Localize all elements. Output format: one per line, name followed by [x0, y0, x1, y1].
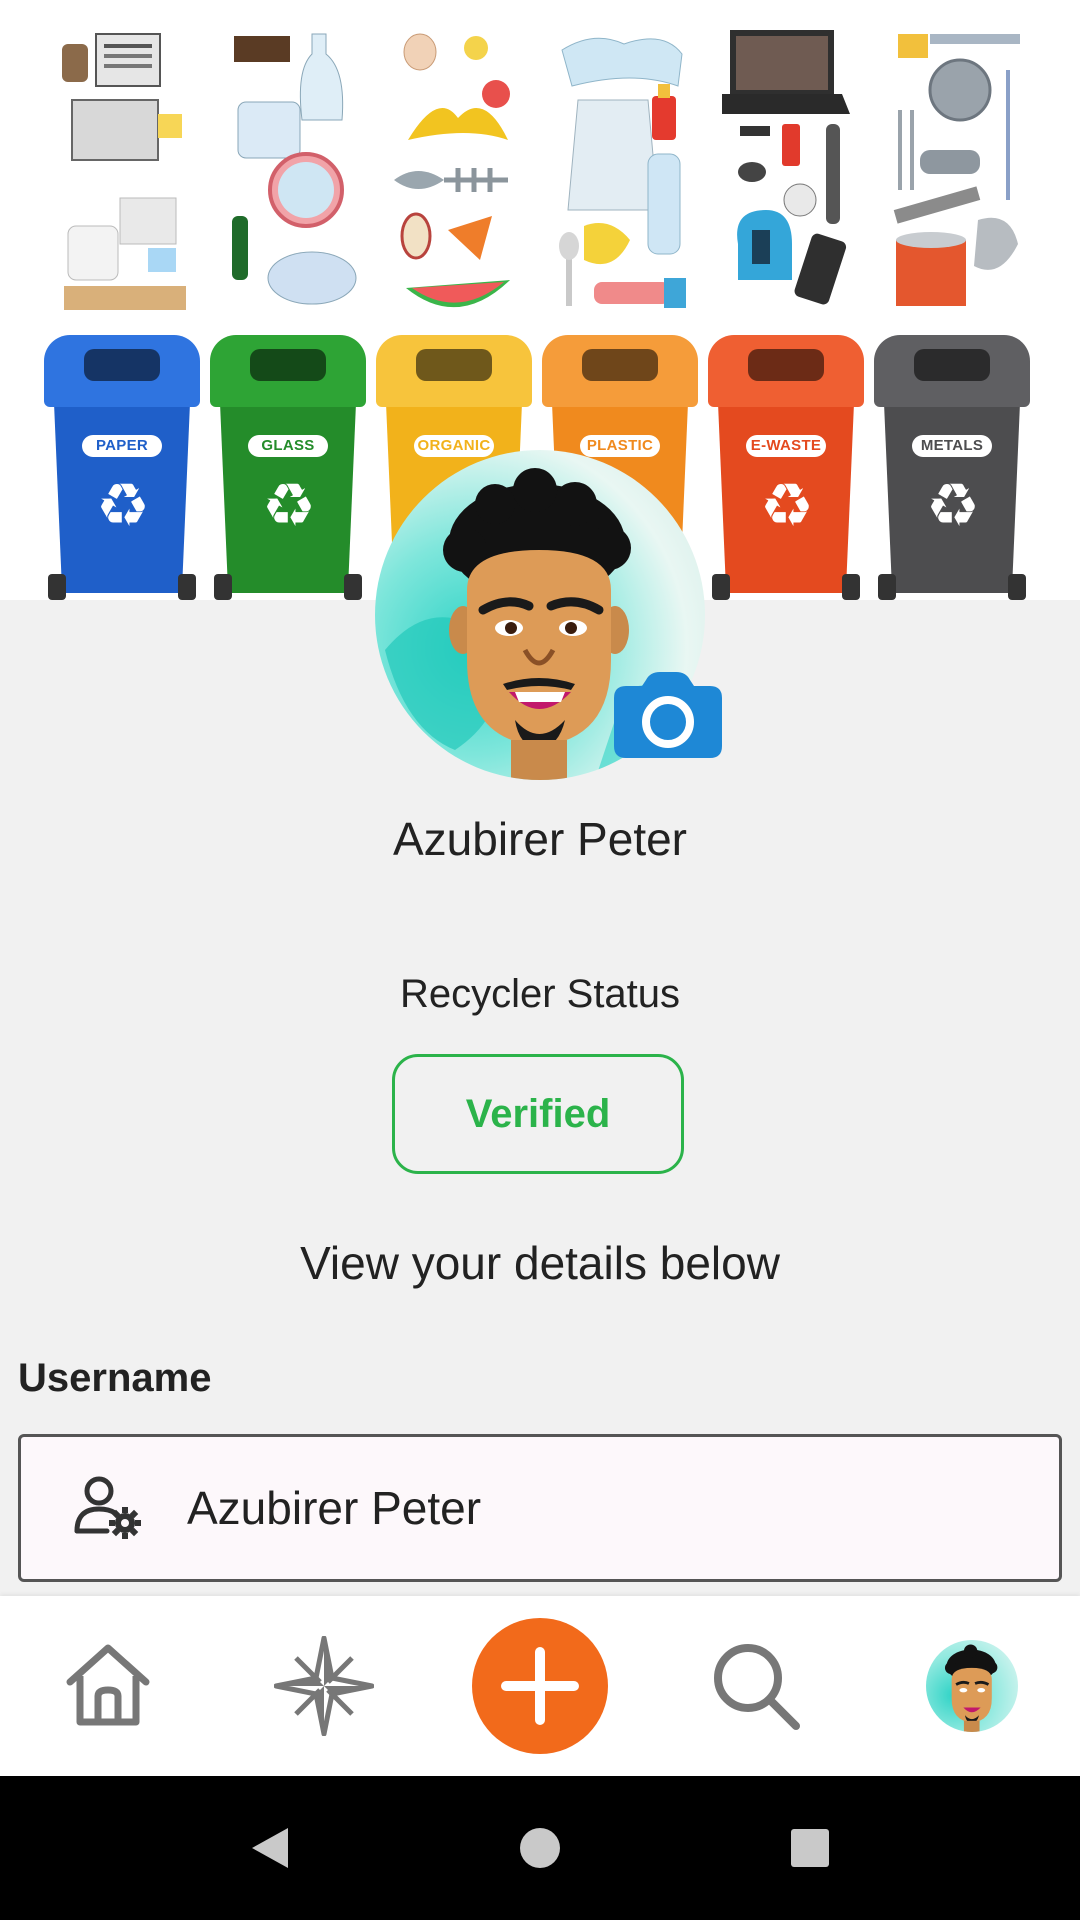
- e-waste-bin-label: E-WASTE: [746, 435, 826, 457]
- verified-status-badge: Verified: [392, 1054, 684, 1174]
- avatar-icon: [944, 1644, 998, 1732]
- username-field[interactable]: Azubirer Peter: [18, 1434, 1062, 1582]
- compass-icon[interactable]: [274, 1636, 374, 1736]
- glass-bin: GLASS ♻: [210, 335, 366, 600]
- metals-bin-label: METALS: [912, 435, 992, 457]
- paper-bin: PAPER ♻: [44, 335, 200, 600]
- paper-bin-label: PAPER: [82, 435, 162, 457]
- profile-nav-avatar[interactable]: [926, 1640, 1018, 1732]
- details-heading: View your details below: [300, 1237, 780, 1289]
- plastic-waste-illustration: [559, 37, 686, 308]
- plastic-bin-label: PLASTIC: [580, 435, 660, 457]
- profile-name: Azubirer Peter: [392, 813, 687, 865]
- home-circle-icon[interactable]: [508, 1816, 572, 1880]
- organic-waste-illustration: [394, 33, 510, 308]
- username-label: Username: [18, 1356, 212, 1400]
- system-navigation-bar: [0, 1776, 1080, 1920]
- back-icon[interactable]: [238, 1816, 302, 1880]
- e-waste-bin: E-WASTE ♻: [708, 335, 864, 600]
- user-gear-icon: [74, 1476, 141, 1539]
- recycle-icon: ♻: [760, 471, 814, 541]
- recycle-icon: ♻: [926, 471, 980, 541]
- plus-icon: [501, 1647, 579, 1725]
- recycle-icon: ♻: [262, 471, 316, 541]
- organic-bin-label: ORGANIC: [414, 435, 494, 457]
- home-icon[interactable]: [58, 1636, 158, 1736]
- recents-icon[interactable]: [778, 1816, 842, 1880]
- add-button[interactable]: [472, 1618, 608, 1754]
- glass-waste-illustration: [232, 33, 357, 305]
- paper-waste-illustration: [62, 33, 186, 310]
- recycle-icon: ♻: [96, 471, 150, 541]
- metal-waste-illustration: [893, 34, 1020, 306]
- search-icon[interactable]: [706, 1636, 806, 1736]
- e-waste-illustration: [722, 30, 850, 305]
- username-value: Azubirer Peter: [187, 1482, 482, 1534]
- metals-bin: METALS ♻: [874, 335, 1030, 600]
- bottom-navigation: [0, 1596, 1080, 1776]
- recycler-status-label: Recycler Status: [399, 972, 681, 1016]
- glass-bin-label: GLASS: [248, 435, 328, 457]
- camera-icon[interactable]: [614, 672, 722, 758]
